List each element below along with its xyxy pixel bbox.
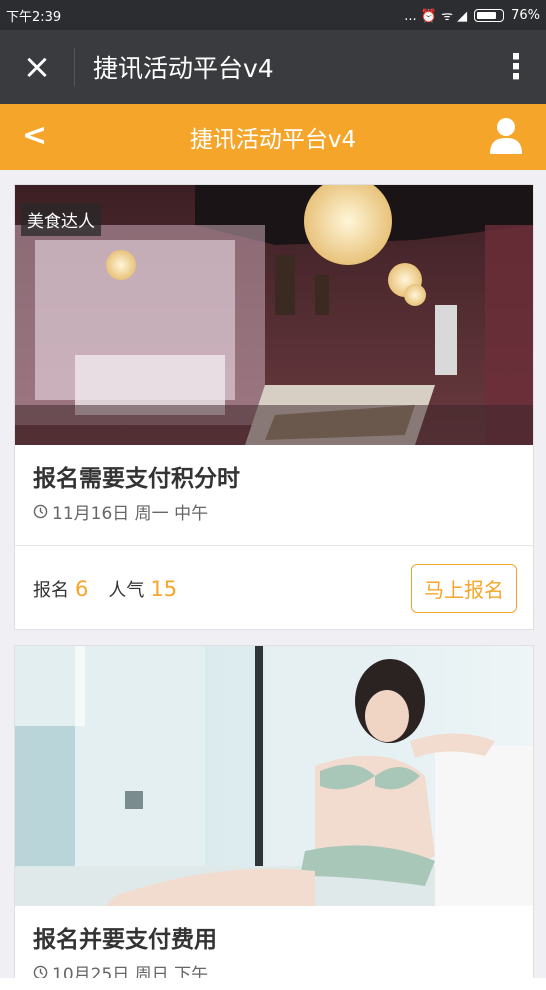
event-time-text: 11月16日 周一 中午	[52, 504, 209, 524]
divider	[74, 48, 75, 86]
event-time-text: 10月25日 周日 下午	[52, 965, 209, 978]
status-indicator-icons: ... ⏰ ᯤ ◢	[404, 9, 468, 24]
category-tag: 美食达人	[21, 203, 101, 236]
app-bar-title: 捷讯活动平台v4	[93, 54, 274, 83]
event-info: 报名并要支付费用 10月25日 周日 下午	[15, 906, 533, 978]
battery-icon	[474, 8, 505, 22]
back-icon[interactable]: <	[22, 118, 47, 153]
event-card[interactable]: 报名并要支付费用 10月25日 周日 下午	[14, 645, 534, 978]
event-title: 报名并要支付费用	[33, 927, 217, 953]
event-photo[interactable]	[15, 646, 533, 906]
user-icon[interactable]	[488, 116, 524, 156]
signup-stat: 报名 6	[33, 576, 88, 602]
signup-label: 报名	[33, 579, 69, 601]
close-icon[interactable]: ×	[0, 30, 74, 104]
event-time: 11月16日 周一 中午	[33, 499, 515, 524]
bottom-edge	[0, 978, 546, 990]
event-info: 报名需要支付积分时 11月16日 周一 中午	[15, 445, 533, 545]
signup-button[interactable]: 马上报名	[411, 564, 517, 613]
signup-count: 6	[75, 576, 89, 601]
popularity-count: 15	[150, 576, 178, 601]
status-time: 下午2:39	[6, 9, 62, 25]
event-list: 美食达人 报名需要支付积分时 11月16日 周一 中午 报名 6 人气 15 马上报…	[0, 170, 546, 978]
event-footer: 报名 6 人气 15 马上报名	[15, 545, 533, 631]
event-title: 报名需要支付积分时	[33, 466, 240, 492]
battery-percent: 76%	[511, 7, 540, 23]
status-bar: 下午2:39 ... ⏰ ᯤ ◢ 76%	[0, 0, 546, 30]
more-menu-icon[interactable]: ⋮	[486, 30, 546, 104]
page-title: 捷讯活动平台v4	[189, 127, 357, 153]
clock-icon	[33, 965, 48, 978]
status-icons: ... ⏰ ᯤ ◢ 76%	[404, 6, 540, 25]
popularity-label: 人气	[108, 579, 145, 601]
page-header: < 捷讯活动平台v4	[0, 104, 546, 170]
clock-icon	[33, 504, 48, 519]
event-time: 10月25日 周日 下午	[33, 960, 515, 978]
portrait-photo	[15, 646, 533, 906]
popularity-stat: 人气 15	[108, 576, 177, 602]
event-photo[interactable]: 美食达人	[15, 185, 533, 445]
app-bar: × 捷讯活动平台v4 ⋮	[0, 30, 546, 104]
event-card[interactable]: 美食达人 报名需要支付积分时 11月16日 周一 中午 报名 6 人气 15 马上报…	[14, 184, 534, 630]
